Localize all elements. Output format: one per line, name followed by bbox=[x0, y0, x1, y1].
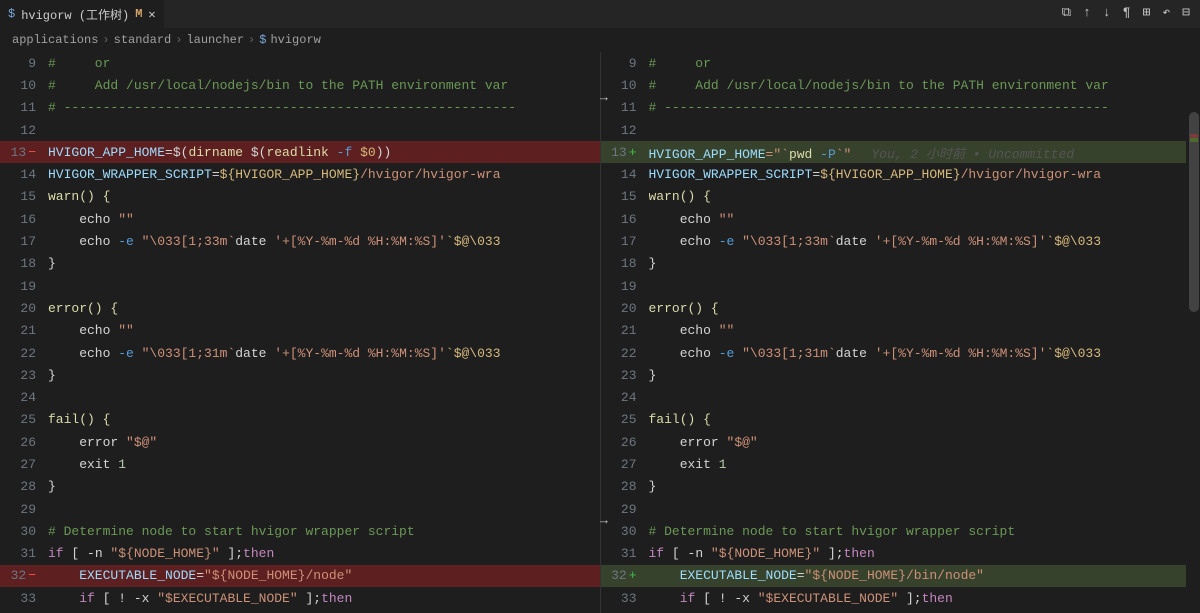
line-number: 22 bbox=[0, 346, 48, 361]
line-number: 21 bbox=[601, 323, 649, 338]
modified-badge: M bbox=[135, 7, 142, 21]
diff-editor: 9# or 10# Add /usr/local/nodejs/bin to t… bbox=[0, 52, 1200, 613]
line-number: 21 bbox=[0, 323, 48, 338]
scrollbar-thumb[interactable] bbox=[1189, 112, 1199, 312]
added-line: 32 EXECUTABLE_NODE="${NODE_HOME}/bin/nod… bbox=[601, 565, 1200, 587]
deleted-line: 32 EXECUTABLE_NODE="${NODE_HOME}/node" bbox=[0, 565, 600, 587]
chevron-right-icon: › bbox=[175, 33, 182, 47]
line-number: 12 bbox=[601, 123, 649, 138]
diff-pane-modified[interactable]: 9# or 10# Add /usr/local/nodejs/bin to t… bbox=[601, 52, 1200, 613]
line-number: 33 bbox=[601, 591, 649, 606]
breadcrumb-item[interactable]: launcher bbox=[186, 33, 244, 47]
line-number: 24 bbox=[601, 390, 649, 405]
file-icon: $ bbox=[259, 33, 266, 47]
close-icon[interactable]: ✕ bbox=[148, 7, 155, 22]
line-number: 12 bbox=[0, 123, 48, 138]
line-number: 31 bbox=[0, 546, 48, 561]
added-line: 13HVIGOR_APP_HOME="`pwd -P`"You, 2 小时前 •… bbox=[601, 141, 1200, 163]
collapse-icon[interactable]: ⊟ bbox=[1182, 5, 1190, 20]
line-number: 25 bbox=[0, 412, 48, 427]
revert-icon[interactable]: ↶ bbox=[1162, 5, 1170, 20]
diff-pane-original[interactable]: 9# or 10# Add /usr/local/nodejs/bin to t… bbox=[0, 52, 601, 613]
breadcrumb-item[interactable]: standard bbox=[114, 33, 172, 47]
arrow-down-icon[interactable]: ↓ bbox=[1103, 5, 1111, 20]
chevron-right-icon: › bbox=[248, 33, 255, 47]
scrollbar-diff-marker bbox=[1190, 138, 1198, 142]
line-number: 9 bbox=[601, 56, 649, 71]
line-number: 22 bbox=[601, 346, 649, 361]
line-number: 19 bbox=[0, 279, 48, 294]
line-number: 25 bbox=[601, 412, 649, 427]
editor-tab[interactable]: $ hvigorw (工作树) M ✕ bbox=[0, 0, 164, 28]
scrollbar[interactable] bbox=[1186, 52, 1200, 613]
line-number: 11 bbox=[601, 100, 649, 115]
git-blame-annotation: You, 2 小时前 • Uncommitted bbox=[871, 147, 1074, 162]
breadcrumb-item[interactable]: hvigorw bbox=[270, 33, 320, 47]
line-number: 20 bbox=[0, 301, 48, 316]
copy-icon[interactable]: ⧉ bbox=[1062, 5, 1071, 20]
line-number: 32 bbox=[601, 568, 649, 583]
line-number: 23 bbox=[0, 368, 48, 383]
line-number: 20 bbox=[601, 301, 649, 316]
line-number: 18 bbox=[0, 256, 48, 271]
line-number: 16 bbox=[601, 212, 649, 227]
line-number: 9 bbox=[0, 56, 48, 71]
line-number: 26 bbox=[601, 435, 649, 450]
line-number: 33 bbox=[0, 591, 48, 606]
line-number: 27 bbox=[0, 457, 48, 472]
line-number: 10 bbox=[0, 78, 48, 93]
line-number: 31 bbox=[601, 546, 649, 561]
line-number: 13 bbox=[0, 145, 48, 160]
line-number: 17 bbox=[601, 234, 649, 249]
line-number: 23 bbox=[601, 368, 649, 383]
line-number: 28 bbox=[601, 479, 649, 494]
tab-title: hvigorw (工作树) bbox=[21, 6, 129, 23]
chevron-right-icon: › bbox=[102, 33, 109, 47]
line-number: 16 bbox=[0, 212, 48, 227]
pilcrow-icon[interactable]: ¶ bbox=[1123, 5, 1131, 20]
deleted-line: 13HVIGOR_APP_HOME=$(dirname $(readlink -… bbox=[0, 141, 600, 163]
line-number: 18 bbox=[601, 256, 649, 271]
map-icon[interactable]: ⊞ bbox=[1143, 5, 1151, 20]
breadcrumb: applications › standard › launcher › $ h… bbox=[0, 28, 1200, 52]
line-number: 29 bbox=[601, 502, 649, 517]
line-number: 29 bbox=[0, 502, 48, 517]
line-number: 30 bbox=[0, 524, 48, 539]
line-number: 19 bbox=[601, 279, 649, 294]
arrow-up-icon[interactable]: ↑ bbox=[1083, 5, 1091, 20]
breadcrumb-item[interactable]: applications bbox=[12, 33, 98, 47]
line-number: 30 bbox=[601, 524, 649, 539]
line-number: 13 bbox=[601, 145, 649, 160]
line-number: 32 bbox=[0, 568, 48, 583]
line-number: 15 bbox=[601, 189, 649, 204]
line-number: 27 bbox=[601, 457, 649, 472]
tab-bar: $ hvigorw (工作树) M ✕ ⧉ ↑ ↓ ¶ ⊞ ↶ ⊟ bbox=[0, 0, 1200, 28]
line-number: 28 bbox=[0, 479, 48, 494]
editor-toolbar: ⧉ ↑ ↓ ¶ ⊞ ↶ ⊟ bbox=[1062, 5, 1190, 20]
line-number: 14 bbox=[0, 167, 48, 182]
line-number: 17 bbox=[0, 234, 48, 249]
line-number: 11 bbox=[0, 100, 48, 115]
line-number: 10 bbox=[601, 78, 649, 93]
line-number: 14 bbox=[601, 167, 649, 182]
tab-icon: $ bbox=[8, 7, 15, 21]
line-number: 15 bbox=[0, 189, 48, 204]
line-number: 26 bbox=[0, 435, 48, 450]
line-number: 24 bbox=[0, 390, 48, 405]
